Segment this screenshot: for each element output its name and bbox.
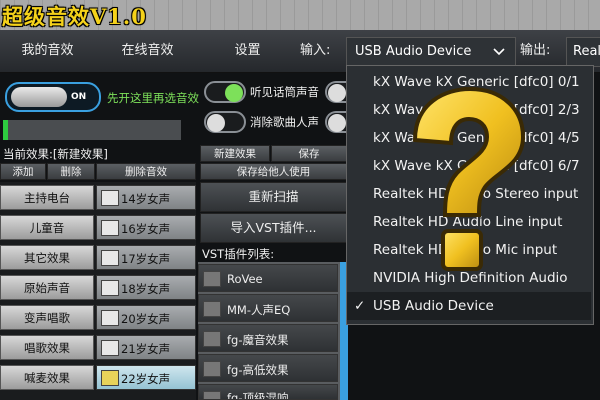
vst-label: fg-顶级混响: [227, 391, 289, 400]
tab-online-effects[interactable]: 在线音效: [100, 30, 195, 72]
preset-label: 14岁女声: [121, 192, 171, 206]
category-list: 主持电台 儿童音 其它效果 原始声音 变声唱歌 唱歌效果 喊麦效果: [0, 182, 96, 400]
toggle-knob: [11, 87, 67, 107]
preset-item[interactable]: 20岁女声: [96, 305, 196, 330]
new-effect-button[interactable]: 新建效果: [200, 145, 270, 162]
category-item[interactable]: 儿童音: [0, 215, 94, 240]
main-on-toggle[interactable]: ON: [5, 82, 101, 112]
rescan-button[interactable]: 重新扫描: [200, 182, 347, 212]
plugin-icon: [203, 301, 221, 317]
vst-item[interactable]: fg-高低效果: [198, 354, 338, 382]
toggle-on-text: ON: [71, 92, 87, 102]
vst-label: fg-高低效果: [227, 363, 289, 377]
preset-label: 21岁女声: [121, 342, 171, 356]
book-icon: [101, 310, 119, 326]
preset-label: 22岁女声: [121, 372, 171, 386]
delete-button[interactable]: 删除: [47, 163, 95, 180]
output-device-value: Realte: [573, 44, 600, 59]
preset-label: 16岁女声: [121, 222, 171, 236]
book-icon: [101, 370, 119, 386]
input-device-value: USB Audio Device: [355, 44, 472, 59]
vst-list-label: VST插件列表:: [202, 247, 275, 261]
vst-label: fg-魔音效果: [227, 333, 289, 347]
plugin-icon: [203, 391, 221, 399]
level-meter-fill: [3, 120, 8, 140]
mic-toggle[interactable]: [204, 81, 246, 103]
book-icon: [101, 280, 119, 296]
add-button[interactable]: 添加: [0, 163, 46, 180]
preset-label: 17岁女声: [121, 252, 171, 266]
save-button[interactable]: 保存: [271, 145, 347, 162]
preset-label: 18岁女声: [121, 282, 171, 296]
book-icon: [101, 220, 119, 236]
book-icon: [101, 190, 119, 206]
level-meter: [3, 120, 181, 140]
vst-item[interactable]: fg-顶级混响: [198, 384, 338, 400]
book-icon: [101, 340, 119, 356]
mic-toggle-label: 听见话筒声音: [250, 85, 319, 99]
vst-item[interactable]: RoVee: [198, 264, 338, 292]
import-vst-button[interactable]: 导入VST插件...: [200, 213, 347, 243]
preset-item[interactable]: 18岁女声: [96, 275, 196, 300]
delete-effect-button[interactable]: 删除音效: [96, 163, 196, 180]
current-effect-label: 当前效果:[新建效果]: [3, 147, 108, 161]
main-toggle-hint: 先开这里再选音效: [107, 91, 199, 105]
tab-my-effects[interactable]: 我的音效: [0, 30, 95, 72]
preset-list: 14岁女声 16岁女声 17岁女声 18岁女声 20岁女声 21岁女声 22岁女…: [96, 182, 196, 400]
remove-vocal-label: 消除歌曲人声: [250, 115, 319, 129]
category-item[interactable]: 主持电台: [0, 185, 94, 210]
category-item[interactable]: 变声唱歌: [0, 305, 94, 330]
vst-label: MM-人声EQ: [227, 303, 291, 317]
menu-item-label: USB Audio Device: [373, 298, 494, 314]
preset-item[interactable]: 16岁女声: [96, 215, 196, 240]
chevron-down-icon: [493, 48, 505, 56]
preset-item-selected[interactable]: 22岁女声: [96, 365, 196, 390]
preset-item[interactable]: 17岁女声: [96, 245, 196, 270]
preset-label: 20岁女声: [121, 312, 171, 326]
output-device-select[interactable]: Realte: [566, 37, 600, 67]
plugin-icon: [203, 331, 221, 347]
tab-settings[interactable]: 设置: [200, 30, 295, 72]
preset-item[interactable]: 21岁女声: [96, 335, 196, 360]
menu-item-selected[interactable]: ✓ USB Audio Device: [347, 292, 591, 320]
category-item[interactable]: 喊麦效果: [0, 365, 94, 390]
app-title: 超级音效V1.0: [2, 4, 147, 29]
vst-label: RoVee: [227, 272, 263, 286]
remove-vocal-toggle[interactable]: [204, 111, 246, 133]
category-item[interactable]: 原始声音: [0, 275, 94, 300]
vst-item[interactable]: fg-魔音效果: [198, 324, 338, 352]
vst-plugin-list: RoVee MM-人声EQ fg-魔音效果 fg-高低效果 fg-顶级混响: [198, 262, 348, 400]
category-item[interactable]: 其它效果: [0, 245, 94, 270]
category-item[interactable]: 唱歌效果: [0, 335, 94, 360]
input-label: 输入:: [300, 43, 331, 58]
vst-item[interactable]: MM-人声EQ: [198, 294, 338, 322]
input-device-select[interactable]: USB Audio Device: [346, 37, 516, 67]
save-for-others-button[interactable]: 保存给他人使用: [200, 163, 347, 180]
plugin-icon: [203, 271, 221, 287]
preset-item[interactable]: 14岁女声: [96, 185, 196, 210]
question-mark-icon: [412, 86, 526, 271]
check-icon: ✓: [354, 298, 366, 314]
book-icon: [101, 250, 119, 266]
plugin-icon: [203, 361, 221, 377]
